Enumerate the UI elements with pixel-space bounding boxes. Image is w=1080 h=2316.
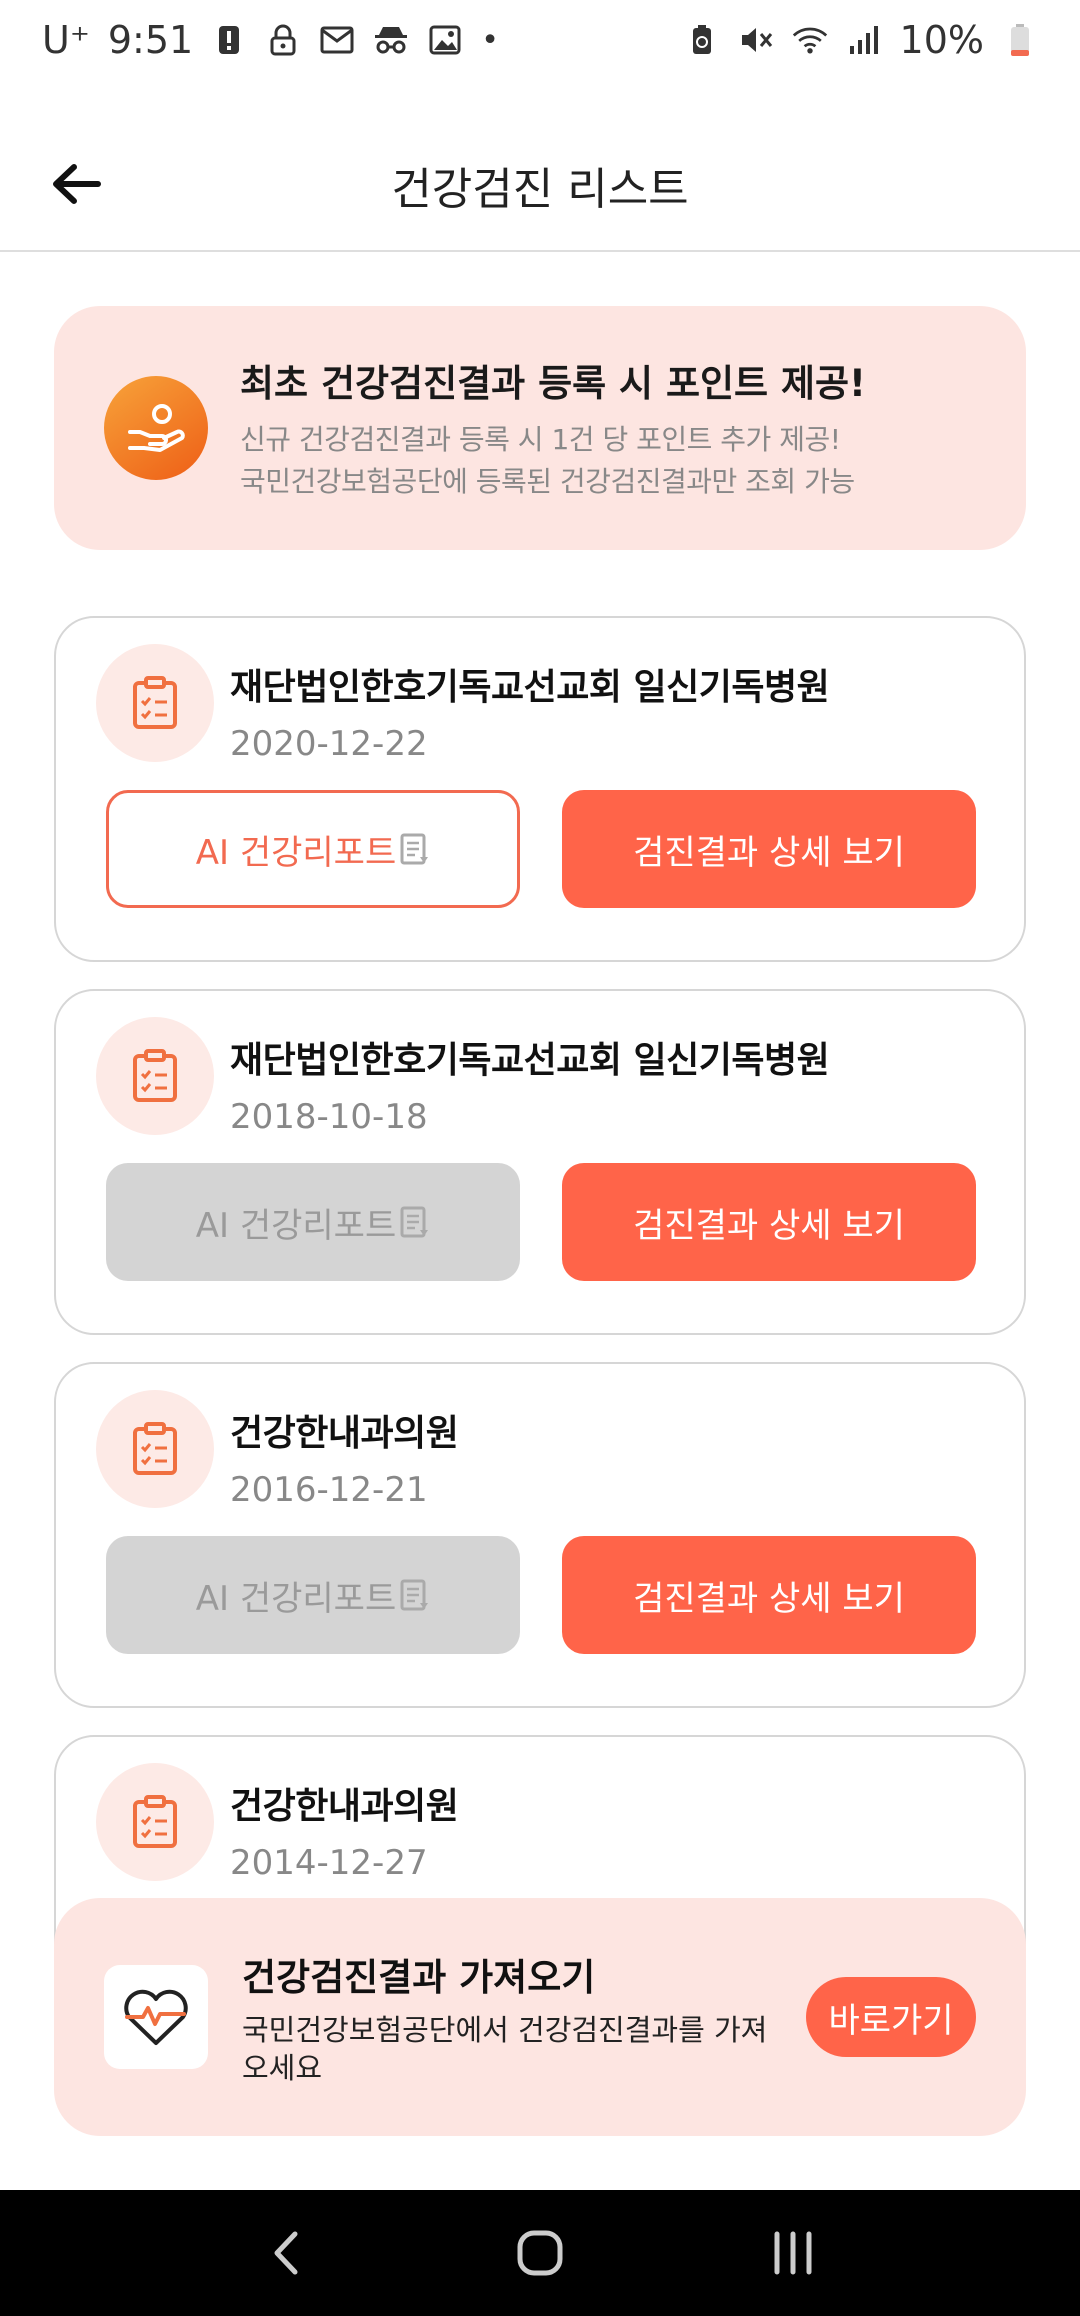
go-button[interactable]: 바로가기: [806, 1977, 976, 2057]
image-icon: [427, 22, 463, 58]
status-bar: U⁺ 9:51 • 10%: [0, 0, 1080, 80]
heart-pulse-icon: [104, 1965, 208, 2069]
battery-icon: [1002, 22, 1038, 58]
mute-icon: [738, 22, 774, 58]
record-card: 건강한내과의원 2016-12-21 AI 건강리포트 검진결과 상세 보기: [54, 1362, 1026, 1708]
chevron-left-icon: [274, 2231, 298, 2275]
ai-report-button[interactable]: AI 건강리포트: [106, 790, 520, 908]
promo-line-1: 신규 건강검진결과 등록 시 1건 당 포인트 추가 제공!: [240, 423, 841, 456]
ai-report-label: AI 건강리포트: [195, 1578, 397, 1619]
exam-date: 2014-12-27: [230, 1843, 428, 1883]
promo-title: 최초 건강검진결과 등록 시 포인트 제공!: [240, 362, 866, 405]
ai-report-label: AI 건강리포트: [195, 832, 397, 873]
detail-button[interactable]: 검진결과 상세 보기: [562, 1536, 976, 1654]
battery-percent: 10%: [899, 18, 984, 62]
hand-coin-icon: [104, 376, 208, 480]
alert-icon: [211, 22, 247, 58]
incognito-icon: [373, 22, 409, 58]
ai-report-label: AI 건강리포트: [195, 1205, 397, 1246]
clipboard-icon: [96, 1017, 214, 1135]
record-card: 재단법인한호기독교선교회 일신기독병원 2018-10-18 AI 건강리포트 …: [54, 989, 1026, 1335]
exam-date: 2016-12-21: [230, 1470, 428, 1510]
dot-icon: •: [481, 22, 499, 58]
mail-icon: [319, 22, 355, 58]
ai-report-button[interactable]: AI 건강리포트: [106, 1163, 520, 1281]
system-nav-bar: [0, 2190, 1080, 2316]
promo-line-2: 국민건강보험공단에 등록된 건강검진결과만 조회 가능: [240, 465, 855, 498]
clipboard-icon: [96, 1763, 214, 1881]
arrow-left-icon: [53, 164, 101, 204]
wifi-icon: [792, 22, 828, 58]
signal-icon: [846, 22, 882, 58]
import-banner: 건강검진결과 가져오기 국민건강보험공단에서 건강검진결과를 가져오세요 바로가…: [54, 1898, 1026, 2136]
hospital-name: 건강한내과의원: [230, 1786, 459, 1827]
page-title: 건강검진 리스트: [391, 164, 689, 215]
record-card: 재단법인한호기독교선교회 일신기독병원 2020-12-22 AI 건강리포트 …: [54, 616, 1026, 962]
recents-icon: [774, 2231, 812, 2275]
hospital-name: 재단법인한호기독교선교회 일신기독병원: [230, 667, 830, 708]
document-icon: [400, 1206, 430, 1238]
lock-icon: [265, 22, 301, 58]
hospital-name: 재단법인한호기독교선교회 일신기독병원: [230, 1040, 830, 1081]
hospital-name: 건강한내과의원: [230, 1413, 459, 1454]
nav-home-button[interactable]: [495, 2208, 585, 2298]
ai-report-button[interactable]: AI 건강리포트: [106, 1536, 520, 1654]
home-icon: [517, 2230, 563, 2276]
import-title: 건강검진결과 가져오기: [242, 1956, 596, 1999]
battery-saver-icon: [684, 22, 720, 58]
promo-banner: 최초 건강검진결과 등록 시 포인트 제공! 신규 건강검진결과 등록 시 1건…: [54, 306, 1026, 550]
exam-date: 2020-12-22: [230, 724, 428, 764]
clipboard-icon: [96, 1390, 214, 1508]
nav-back-button[interactable]: [242, 2208, 332, 2298]
detail-button[interactable]: 검진결과 상세 보기: [562, 1163, 976, 1281]
app-header: 건강검진 리스트: [0, 120, 1080, 252]
import-desc: 국민건강보험공단에서 건강검진결과를 가져오세요: [242, 2013, 768, 2085]
back-button[interactable]: [46, 154, 106, 214]
document-icon: [400, 833, 430, 865]
clock: 9:51: [107, 18, 194, 62]
exam-date: 2018-10-18: [230, 1097, 428, 1137]
nav-recents-button[interactable]: [748, 2208, 838, 2298]
document-icon: [400, 1579, 430, 1611]
clipboard-icon: [96, 644, 214, 762]
carrier-label: U⁺: [42, 18, 90, 62]
detail-button[interactable]: 검진결과 상세 보기: [562, 790, 976, 908]
